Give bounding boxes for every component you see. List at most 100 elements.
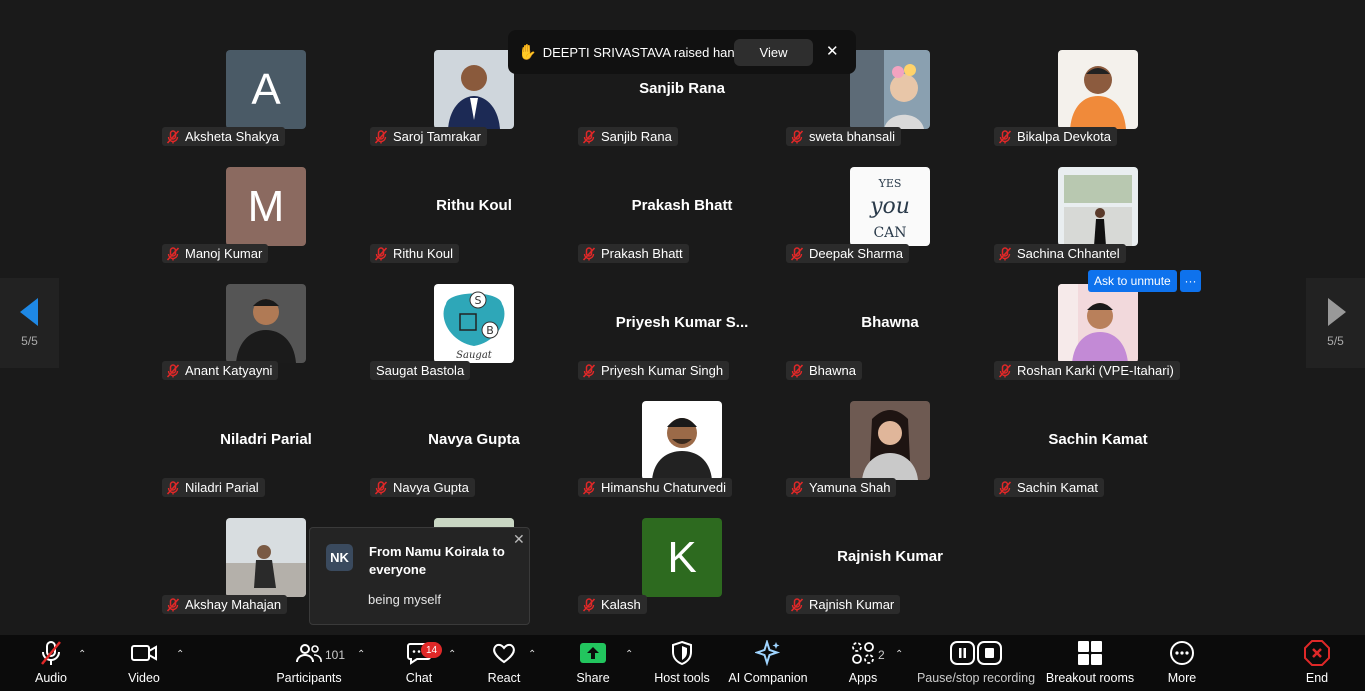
chat-message: being myself xyxy=(368,592,441,607)
avatar xyxy=(642,401,722,480)
microphone-muted-icon xyxy=(582,480,596,495)
participant-display-name: Priyesh Kumar S... xyxy=(615,314,749,331)
participant-tile[interactable]: Rithu Koul Rithu Koul xyxy=(370,167,578,284)
participant-name-tag: Deepak Sharma xyxy=(786,244,909,263)
video-options-caret-icon[interactable]: ⌃ xyxy=(176,649,184,660)
chat-label: Chat xyxy=(405,671,433,685)
microphone-muted-icon xyxy=(582,129,596,144)
apps-count: 2 xyxy=(878,648,885,662)
avatar xyxy=(226,284,306,363)
more-label: More xyxy=(1167,671,1197,685)
heart-icon xyxy=(493,643,515,664)
participant-name: Prakash Bhatt xyxy=(601,246,683,261)
participant-tile[interactable]: Sachina Chhantel xyxy=(994,167,1202,284)
avatar xyxy=(226,518,306,597)
close-icon[interactable]: ✕ xyxy=(826,42,839,60)
avatar: YES you CAN xyxy=(850,167,930,246)
prev-page-button[interactable]: 5/5 xyxy=(0,278,59,368)
svg-text:B: B xyxy=(486,324,494,337)
participant-name-tag: Bikalpa Devkota xyxy=(994,127,1117,146)
participant-name-tag: Roshan Karki (VPE-Itahari) xyxy=(994,361,1180,380)
close-icon[interactable]: ✕ xyxy=(513,531,525,548)
participant-tile[interactable]: Prakash Bhatt Prakash Bhatt xyxy=(578,167,786,284)
participant-display-name: Prakash Bhatt xyxy=(631,197,733,214)
microphone-muted-icon xyxy=(166,597,180,612)
participant-tile[interactable]: Navya Gupta Navya Gupta xyxy=(370,401,578,518)
participant-tile[interactable]: Roshan Karki (VPE-Itahari) xyxy=(994,284,1202,401)
apps-options-caret-icon[interactable]: ⌃ xyxy=(895,649,903,660)
end-meeting-button[interactable]: End xyxy=(1300,635,1334,691)
microphone-muted-icon xyxy=(790,480,804,495)
participant-name: Roshan Karki (VPE-Itahari) xyxy=(1017,363,1174,378)
microphone-muted-icon xyxy=(998,363,1012,378)
participant-name-tag: Akshay Mahajan xyxy=(162,595,288,614)
end-label: End xyxy=(1305,671,1329,685)
avatar: A xyxy=(226,50,306,129)
participant-tile[interactable]: S B Saugat Saugat Bastola xyxy=(370,284,578,401)
share-button[interactable]: Share xyxy=(574,635,612,691)
recording-button[interactable]: Pause/stop recording xyxy=(917,635,1035,691)
participant-tile[interactable]: Yamuna Shah xyxy=(786,401,994,518)
participant-name: Saroj Tamrakar xyxy=(393,129,481,144)
participant-name: Akshay Mahajan xyxy=(185,597,282,612)
video-button[interactable]: Video xyxy=(124,635,164,691)
microphone-muted-icon xyxy=(998,480,1012,495)
next-page-button[interactable]: 5/5 xyxy=(1306,278,1365,368)
participant-tile[interactable]: M Manoj Kumar xyxy=(162,167,370,284)
participant-tile[interactable]: Sachin Kamat Sachin Kamat xyxy=(994,401,1202,518)
participant-name-tag: Saugat Bastola xyxy=(370,361,471,380)
svg-text:CAN: CAN xyxy=(873,225,906,241)
ai-companion-button[interactable]: AI Companion xyxy=(728,635,808,691)
avatar xyxy=(1058,284,1138,363)
shield-icon xyxy=(672,640,692,666)
participant-tile[interactable]: Anant Katyayni xyxy=(162,284,370,401)
participants-options-caret-icon[interactable]: ⌃ xyxy=(357,649,365,660)
participant-tile[interactable]: A Aksheta Shakya xyxy=(162,50,370,167)
audio-button[interactable]: Audio xyxy=(31,635,71,691)
meeting-toolbar: Audio ⌃ Video ⌃ Participants 101 ⌃ Chat … xyxy=(0,635,1365,691)
ask-to-unmute-button[interactable]: Ask to unmute xyxy=(1088,270,1177,292)
microphone-muted-icon xyxy=(582,597,596,612)
participant-tile[interactable]: Himanshu Chaturvedi xyxy=(578,401,786,518)
participant-tile[interactable]: Niladri Parial Niladri Parial xyxy=(162,401,370,518)
share-options-caret-icon[interactable]: ⌃ xyxy=(625,649,633,660)
microphone-muted-icon xyxy=(374,246,388,261)
participant-name-tag: Sachina Chhantel xyxy=(994,244,1126,263)
chat-sender: From Namu Koirala to everyone xyxy=(369,544,505,577)
react-options-caret-icon[interactable]: ⌃ xyxy=(528,649,536,660)
participant-tile[interactable]: Priyesh Kumar S... Priyesh Kumar Singh xyxy=(578,284,786,401)
participant-tile[interactable]: Bhawna Bhawna xyxy=(786,284,994,401)
more-icon xyxy=(1170,641,1194,665)
apps-icon xyxy=(852,642,874,664)
participant-name: Anant Katyayni xyxy=(185,363,273,378)
more-button[interactable]: More xyxy=(1164,635,1200,691)
participant-name: Bhawna xyxy=(809,363,856,378)
breakout-rooms-button[interactable]: Breakout rooms xyxy=(1046,635,1134,691)
chat-notification[interactable]: NK From Namu Koirala to everyone being m… xyxy=(309,527,530,625)
participant-name-tag: Priyesh Kumar Singh xyxy=(578,361,730,380)
participant-tile[interactable]: Bikalpa Devkota xyxy=(994,50,1202,167)
chat-options-caret-icon[interactable]: ⌃ xyxy=(448,649,456,660)
microphone-muted-icon xyxy=(166,246,180,261)
participant-tile[interactable]: YES you CAN Deepak Sharma xyxy=(786,167,994,284)
participant-name: Sachin Kamat xyxy=(1017,480,1098,495)
participant-display-name: Sachin Kamat xyxy=(1048,431,1148,448)
participant-tile[interactable]: K Kalash xyxy=(578,518,786,635)
audio-options-caret-icon[interactable]: ⌃ xyxy=(78,649,86,660)
participant-name-tag: Rithu Koul xyxy=(370,244,459,263)
view-button[interactable]: View xyxy=(734,39,813,66)
host-tools-button[interactable]: Host tools xyxy=(652,635,712,691)
participant-tile[interactable]: Rajnish Kumar Rajnish Kumar xyxy=(786,518,994,635)
participant-name-tag: Navya Gupta xyxy=(370,478,475,497)
react-button[interactable]: React xyxy=(486,635,522,691)
participant-name-tag: Kalash xyxy=(578,595,647,614)
more-options-button[interactable]: ··· xyxy=(1180,270,1201,292)
participant-name-tag: Yamuna Shah xyxy=(786,478,897,497)
participants-button[interactable]: Participants xyxy=(275,635,343,691)
apps-button[interactable]: Apps xyxy=(846,635,880,691)
microphone-muted-icon xyxy=(998,129,1012,144)
microphone-muted-icon xyxy=(998,246,1012,261)
share-screen-icon xyxy=(580,643,606,663)
participant-name-tag: Rajnish Kumar xyxy=(786,595,901,614)
apps-label: Apps xyxy=(848,671,878,685)
